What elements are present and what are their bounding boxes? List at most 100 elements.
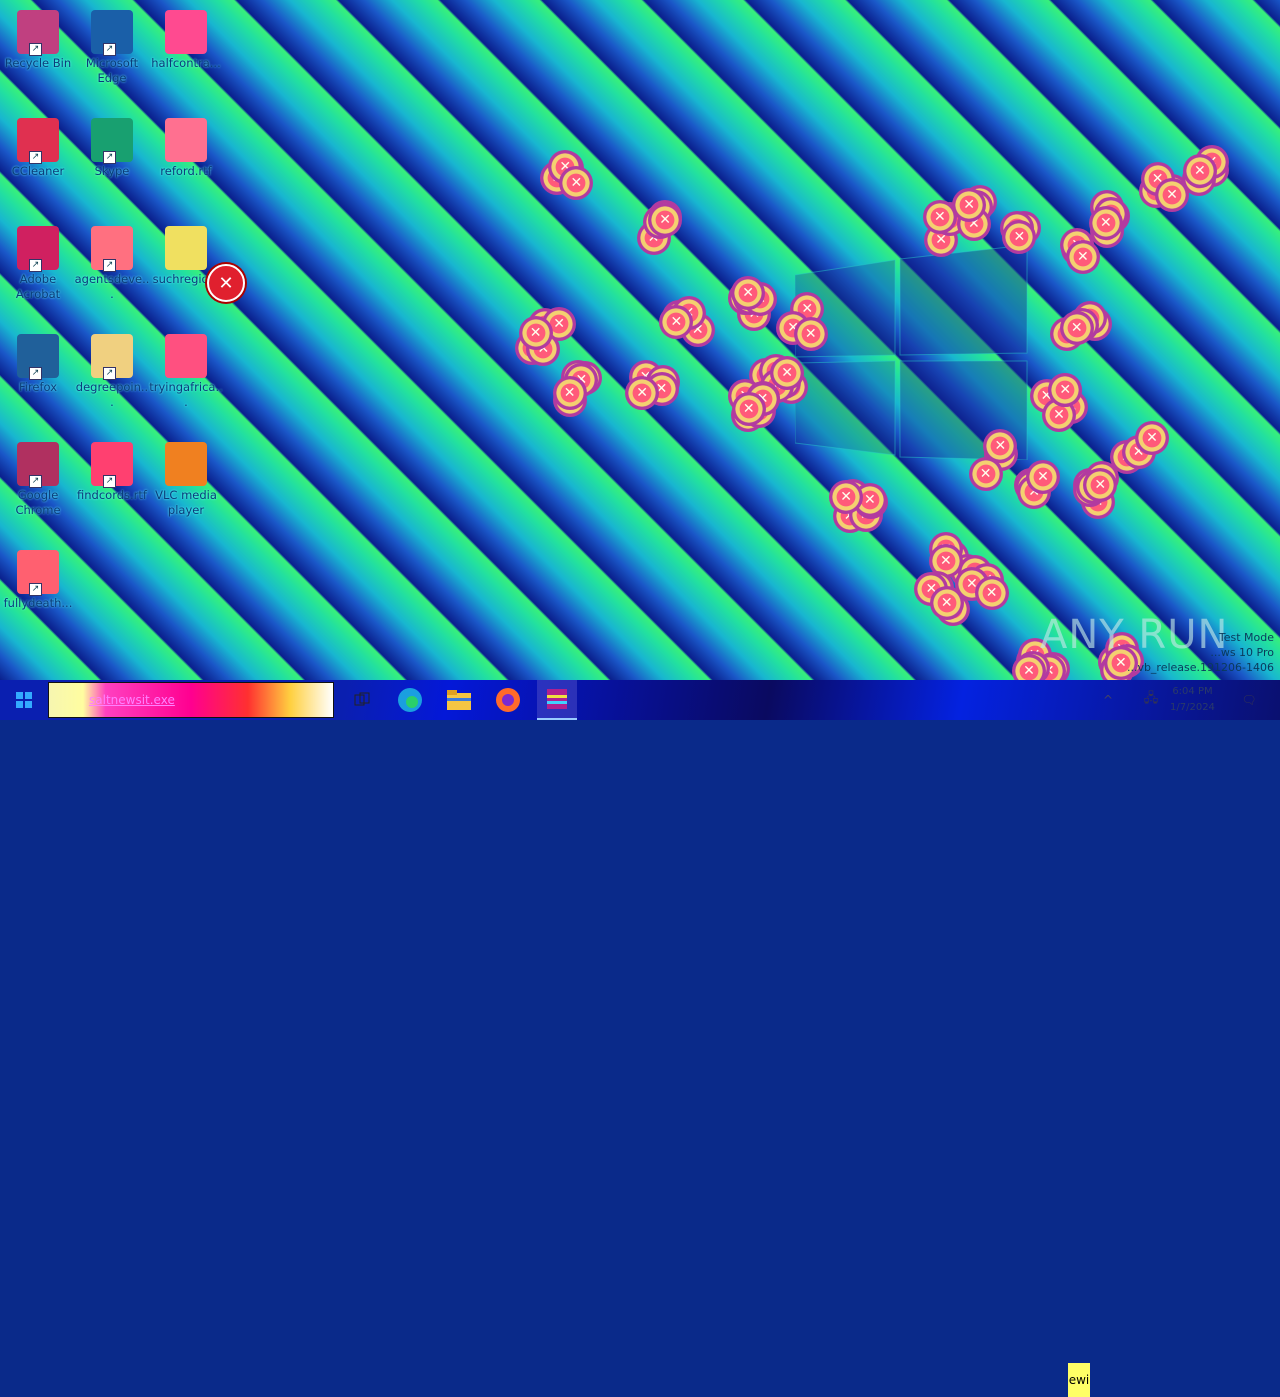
build-line: ...vb_release.191206-1406	[1126, 661, 1274, 674]
desktop-icon[interactable]: VLC media player	[148, 436, 224, 536]
desktop-background: ↗ Recycle Bin ↗ Microsoft Edge halfcontra...…	[0, 0, 1280, 680]
rtf-file-icon	[165, 118, 207, 162]
shortcut-arrow-icon: ↗	[103, 367, 116, 380]
error-icon: ✕	[952, 187, 987, 222]
error-icon: ✕	[974, 576, 1009, 611]
notification-icon: 🗨	[1241, 693, 1257, 707]
image-file-icon	[165, 226, 207, 270]
shortcut-arrow-icon: ↗	[103, 43, 116, 56]
desktop-icon[interactable]: ↗ Firefox	[0, 328, 76, 428]
error-icon: ✕	[552, 376, 587, 411]
error-icon: ✕	[518, 315, 553, 350]
desktop-icon[interactable]: ↗ Microsoft Edge	[74, 4, 150, 104]
desktop-icon-label: findcords.rtf	[77, 488, 147, 502]
task-view-icon	[354, 692, 370, 706]
test-mode-notice: Test Mode ...ws 10 Pro ...vb_release.191…	[1127, 630, 1274, 675]
error-icon: ✕	[1065, 239, 1100, 274]
windows-start-icon	[16, 692, 32, 708]
desktop-icon-label: Adobe Acrobat	[15, 272, 61, 301]
shortcut-arrow-icon: ↗	[29, 367, 42, 380]
taskbar-firefox-button[interactable]	[488, 680, 528, 720]
desktop-icon[interactable]: ↗ degreepoin...	[74, 328, 150, 428]
edge-icon: ↗	[91, 10, 133, 56]
desktop-icon[interactable]: ↗ fullydeath...	[0, 544, 76, 644]
error-icon: ✕	[559, 165, 594, 200]
error-icon: ✕	[793, 317, 828, 352]
firefox-icon: ↗	[17, 334, 59, 380]
error-icon: ✕	[731, 275, 766, 310]
shortcut-arrow-icon: ↗	[29, 43, 42, 56]
error-dialog-icon[interactable]: ✕	[207, 264, 245, 302]
error-icon: ✕	[1135, 421, 1169, 456]
desktop-icon-label: VLC media player	[155, 488, 217, 517]
desktop-icon-label: tryingafrica...	[149, 380, 223, 409]
taskbar-edge-button[interactable]	[390, 680, 430, 720]
rtf-file-icon: ↗	[91, 442, 133, 488]
acrobat-icon: ↗	[17, 226, 59, 272]
windows-logo-watermark	[795, 245, 1028, 460]
notification-button[interactable]: 🗨	[1238, 680, 1260, 720]
desktop-icon-label: halfcontra...	[151, 56, 221, 70]
error-icon: ✕	[1182, 154, 1217, 189]
clock-date: 1/7/2024	[1170, 702, 1215, 713]
desktop-icon-label: CCleaner	[11, 164, 65, 178]
desktop-icon[interactable]: ↗ findcords.rtf	[74, 436, 150, 536]
error-icon: ✕	[929, 585, 964, 620]
desktop-icon[interactable]: reford.rtf	[148, 112, 224, 212]
desktop-icon[interactable]: ↗ CCleaner	[0, 112, 76, 212]
desktop-icon-label: degreepoin...	[75, 380, 149, 409]
desktop-icon[interactable]: halfcontra...	[148, 4, 224, 104]
search-text: saltnewsit.exe	[89, 693, 175, 707]
tray-app-label[interactable]: ewi	[1068, 1363, 1090, 1397]
error-icon: ✕	[731, 391, 766, 426]
desktop-icon[interactable]: tryingafrica...	[148, 328, 224, 428]
error-icon: ✕	[770, 356, 805, 390]
shortcut-arrow-icon: ↗	[103, 259, 116, 272]
error-icon: ✕	[1025, 459, 1060, 494]
firefox-icon	[496, 688, 520, 712]
image-file-icon: ↗	[91, 226, 133, 272]
recycle-bin-icon: ↗	[17, 10, 59, 56]
error-icon: ✕	[625, 376, 660, 411]
desktop-icon-label: Skype	[94, 164, 130, 178]
image-file-icon: ↗	[17, 550, 59, 596]
ccleaner-icon: ↗	[17, 118, 59, 164]
desktop-icon[interactable]: ↗ Adobe Acrobat	[0, 220, 76, 320]
tray-clock[interactable]: 6:04 PM 1/7/2024	[1170, 684, 1215, 716]
desktop-icon[interactable]: ↗ agentsdeve...	[74, 220, 150, 320]
desktop-icon-label: Microsoft Edge	[85, 56, 139, 85]
taskbar-explorer-button[interactable]	[439, 680, 479, 720]
tray-overflow-chevron[interactable]: ^	[1098, 680, 1118, 720]
edge-icon	[398, 688, 422, 712]
shortcut-arrow-icon: ↗	[29, 475, 42, 488]
network-tray-button[interactable]: 🖧	[1140, 680, 1162, 720]
error-icon: ✕	[1059, 310, 1094, 345]
desktop-icon-label: reford.rtf	[160, 164, 212, 178]
task-view-button[interactable]	[342, 680, 382, 720]
shortcut-arrow-icon: ↗	[103, 151, 116, 164]
error-icon: ✕	[1088, 206, 1123, 240]
start-button[interactable]	[0, 680, 48, 720]
desktop-icon-label: fullydeath...	[3, 596, 73, 610]
shortcut-arrow-icon: ↗	[29, 151, 42, 164]
desktop-icon[interactable]: ↗ Recycle Bin	[0, 4, 76, 104]
shortcut-arrow-icon: ↗	[29, 583, 42, 596]
desktop-icon[interactable]: ↗ Skype	[74, 112, 150, 212]
image-file-icon: ↗	[91, 334, 133, 380]
desktop-icon-label: Google Chrome	[15, 488, 61, 517]
error-icon: ✕	[1011, 654, 1046, 680]
taskbar-search-box[interactable]: saltnewsit.exe	[48, 682, 334, 718]
os-edition-line: ...ws 10 Pro	[1210, 646, 1274, 659]
error-icon: ✕	[648, 202, 683, 237]
test-mode-line: Test Mode	[1218, 631, 1274, 644]
vlc-icon	[165, 442, 207, 486]
clock-time: 6:04 PM	[1172, 686, 1213, 697]
taskbar-winrar-button[interactable]	[537, 680, 577, 720]
folder-icon	[447, 690, 471, 710]
desktop-icon[interactable]: ↗ Google Chrome	[0, 436, 76, 536]
taskbar: saltnewsit.exe ewi ^ 🖧 🗨	[0, 680, 1280, 1397]
skype-icon: ↗	[91, 118, 133, 164]
error-icon: ✕	[1083, 467, 1118, 502]
rtf-file-icon	[165, 334, 207, 378]
image-file-icon	[165, 10, 207, 54]
